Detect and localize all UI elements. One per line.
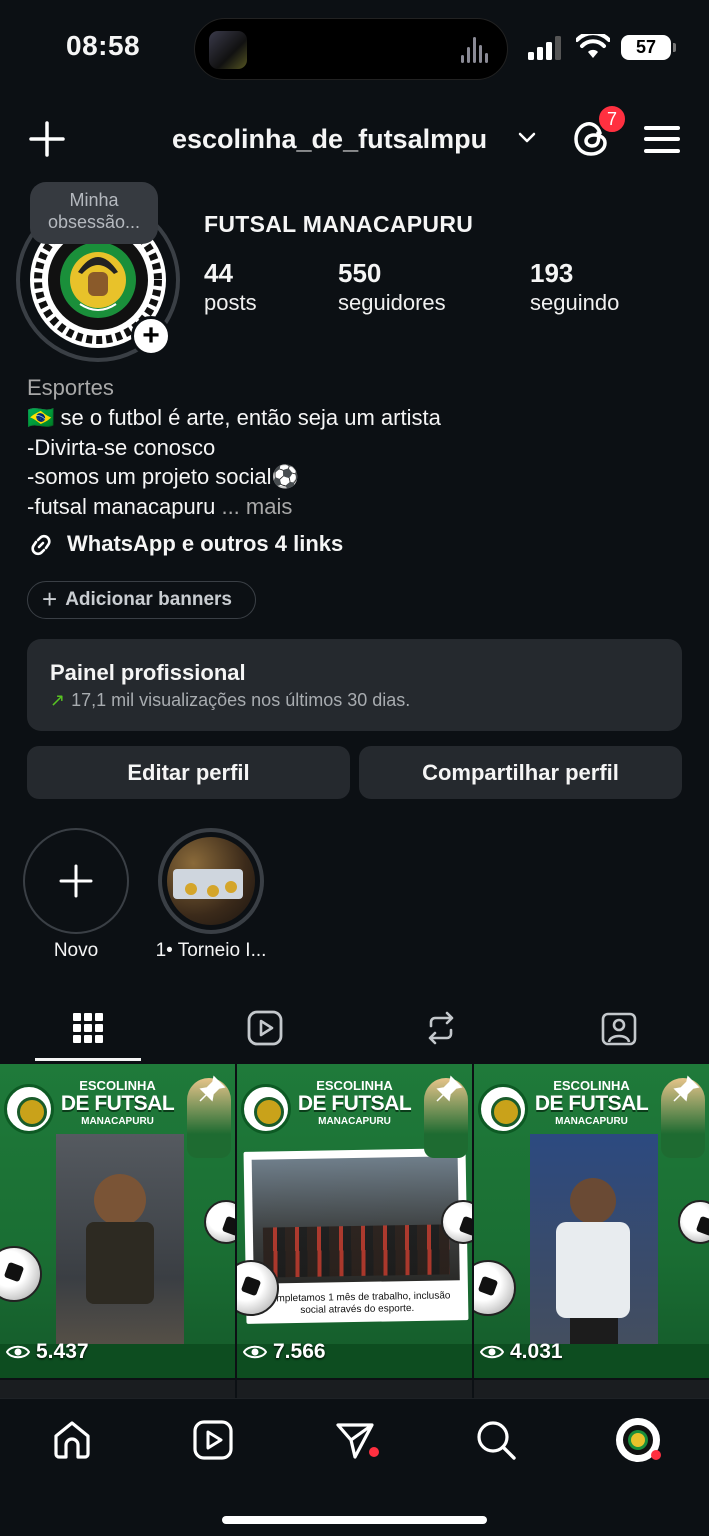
now-playing-artwork <box>209 31 247 69</box>
tab-reels[interactable] <box>235 1006 295 1050</box>
dynamic-island[interactable] <box>194 18 508 80</box>
views-eye-icon <box>6 1345 30 1359</box>
audio-waveform-icon <box>461 37 491 63</box>
post-tile-partial[interactable] <box>0 1380 235 1400</box>
active-tab-indicator <box>35 1058 141 1061</box>
profile-note-bubble[interactable]: Minha obsessão... <box>30 182 158 244</box>
stat-followers-label[interactable]: seguidores <box>338 290 446 316</box>
bio-line: -futsal manacapuru <box>27 494 216 519</box>
highlight-torneio[interactable] <box>158 828 264 934</box>
post-tile[interactable]: ESCOLINHA DE FUTSAL MANACAPURU 4.031 <box>474 1064 709 1378</box>
post-view-count: 7.566 <box>243 1340 326 1364</box>
views-eye-icon <box>243 1345 267 1359</box>
bio-line-last: -futsal manacapuru ... mais <box>27 494 292 520</box>
pinned-icon <box>436 1075 463 1102</box>
link-icon <box>31 534 51 556</box>
battery-indicator: 57 <box>621 35 676 60</box>
add-banners-label: Adicionar banners <box>65 589 233 610</box>
football-graphic <box>204 1200 235 1244</box>
plus-icon: + <box>42 584 58 614</box>
plus-icon <box>59 864 93 898</box>
add-banners-button[interactable]: + Adicionar banners <box>27 581 256 619</box>
stat-followers-count[interactable]: 550 <box>338 258 381 289</box>
notification-badge: 7 <box>597 104 627 134</box>
profile-category: Esportes <box>27 375 114 400</box>
post-tile-partial[interactable] <box>474 1380 709 1400</box>
bio-line: -somos um projeto social⚽ <box>27 464 299 489</box>
trend-up-arrow-icon: ↗ <box>50 690 66 710</box>
profile-links[interactable]: WhatsApp e outros 4 links <box>67 531 343 557</box>
views-number: 4.031 <box>510 1340 563 1363</box>
bio-line: -Divirta-se conosco <box>27 435 216 460</box>
edit-profile-button[interactable]: Editar perfil <box>27 746 350 799</box>
profile-notification-dot <box>651 1450 661 1460</box>
views-eye-icon <box>480 1345 504 1359</box>
messages-unread-dot <box>369 1447 379 1457</box>
views-number: 7.566 <box>273 1340 326 1363</box>
stat-posts-count[interactable]: 44 <box>204 258 233 289</box>
create-plus-icon[interactable] <box>28 120 66 158</box>
home-indicator <box>222 1516 487 1524</box>
add-story-button[interactable]: + <box>131 316 171 356</box>
views-number: 5.437 <box>36 1340 89 1363</box>
dashboard-title: Painel profissional <box>50 660 246 685</box>
wifi-icon <box>576 34 610 58</box>
post-tile-partial[interactable] <box>237 1380 472 1400</box>
stat-following-count[interactable]: 193 <box>530 258 573 289</box>
tab-reposts[interactable] <box>411 1006 471 1050</box>
pinned-icon <box>673 1075 700 1102</box>
reels-icon[interactable] <box>191 1418 235 1462</box>
hamburger-menu-icon[interactable] <box>644 124 680 154</box>
football-graphic <box>474 1260 516 1316</box>
bio-line: 🇧🇷 se o futbol é arte, então seja um art… <box>27 405 441 430</box>
highlight-torneio-label: 1• Torneio I... <box>155 940 267 961</box>
football-graphic <box>678 1200 709 1244</box>
tab-grid[interactable] <box>58 1006 118 1050</box>
account-username-switcher[interactable]: escolinha_de_futsalmpu <box>172 124 487 155</box>
share-profile-button[interactable]: Compartilhar perfil <box>359 746 682 799</box>
tagged-person-icon <box>601 1012 637 1046</box>
status-time: 08:58 <box>66 30 141 61</box>
bio-more-link[interactable]: ... mais <box>221 494 292 519</box>
dashboard-subtitle: ↗ 17,1 mil visualizações nos últimos 30 d… <box>50 690 410 711</box>
professional-dashboard-card[interactable]: Painel profissional ↗ 17,1 mil visualizaç… <box>27 639 682 731</box>
reels-icon <box>247 1010 283 1046</box>
chevron-down-icon[interactable] <box>516 130 538 146</box>
cellular-signal-icon <box>528 36 562 60</box>
football-graphic <box>0 1246 42 1302</box>
profile-full-name: FUTSAL MANACAPURU <box>204 211 474 237</box>
stat-following-label[interactable]: seguindo <box>530 290 619 316</box>
highlight-new-button[interactable] <box>23 828 129 934</box>
pinned-icon <box>199 1075 226 1102</box>
post-caption: Completamos 1 mês de trabalho, inclusão … <box>263 1290 451 1316</box>
highlight-cover-image <box>167 837 255 925</box>
post-tile[interactable]: ESCOLINHA DE FUTSAL MANACAPURU Completam… <box>237 1064 472 1378</box>
post-view-count: 4.031 <box>480 1340 563 1364</box>
grid-icon <box>73 1013 103 1043</box>
post-tile[interactable]: ESCOLINHA DE FUTSAL MANACAPURU 5.437 <box>0 1064 235 1378</box>
dashboard-subtitle-text: 17,1 mil visualizações nos últimos 30 di… <box>71 690 411 710</box>
tab-tagged[interactable] <box>589 1006 649 1050</box>
repost-icon <box>428 1011 454 1045</box>
highlight-new-label: Novo <box>53 940 99 961</box>
post-view-count: 5.437 <box>6 1340 89 1364</box>
stat-posts-label[interactable]: posts <box>204 290 257 316</box>
search-icon[interactable] <box>474 1418 518 1462</box>
home-icon[interactable] <box>50 1418 94 1462</box>
